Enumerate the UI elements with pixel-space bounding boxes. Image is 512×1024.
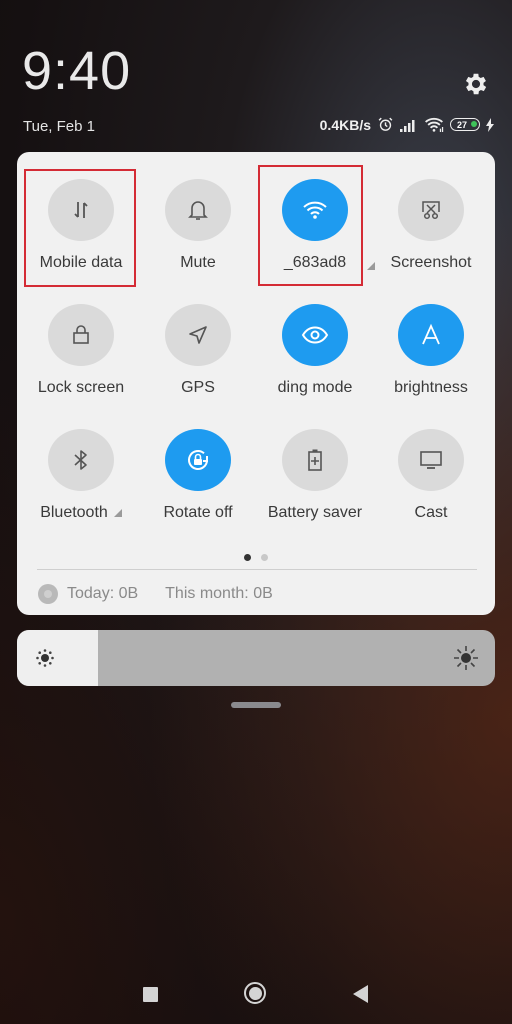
date: Tue, Feb 1 bbox=[23, 118, 95, 135]
panel-drag-handle[interactable] bbox=[231, 702, 281, 708]
tile-label: Lock screen bbox=[37, 379, 125, 396]
divider bbox=[37, 569, 477, 570]
tile-rotate[interactable]: Rotate off bbox=[143, 402, 253, 522]
brightness-fill bbox=[17, 630, 99, 686]
charging-icon bbox=[486, 117, 494, 132]
tile-mobile-data[interactable]: Mobile data bbox=[26, 152, 136, 272]
bluetooth-menu-indicator[interactable] bbox=[113, 509, 122, 517]
rotate-lock-icon bbox=[188, 450, 208, 470]
tile-label: ding mode bbox=[277, 379, 353, 396]
tile-mobile-data-button[interactable] bbox=[48, 179, 114, 241]
wifi-icon bbox=[425, 117, 444, 132]
network-speed: 0.4KB/s bbox=[319, 116, 371, 133]
battery-icon: 27 bbox=[450, 118, 480, 131]
page-dot-active[interactable] bbox=[244, 554, 251, 561]
clock: 9:40 bbox=[22, 41, 132, 101]
tile-battery-saver[interactable]: Battery saver bbox=[260, 402, 370, 522]
tile-mute-button[interactable] bbox=[165, 179, 231, 241]
tile-cast[interactable]: Cast bbox=[376, 402, 486, 522]
mobile-data-icon bbox=[74, 202, 88, 218]
tile-wifi-button[interactable] bbox=[282, 179, 348, 241]
page-dot[interactable] bbox=[261, 554, 268, 561]
bell-icon bbox=[188, 201, 208, 220]
data-usage[interactable]: Today: 0B This month: 0B bbox=[38, 584, 273, 604]
battery-saver-icon bbox=[308, 449, 322, 471]
data-usage-month: This month: 0B bbox=[165, 585, 273, 602]
tile-reading-mode[interactable]: ding mode bbox=[260, 277, 370, 397]
brightness-high-icon bbox=[454, 646, 478, 670]
tile-gps[interactable]: GPS bbox=[143, 277, 253, 397]
tile-label: GPS bbox=[181, 379, 215, 396]
tile-label: Bluetooth bbox=[40, 504, 108, 521]
tile-rotate-button[interactable] bbox=[165, 429, 231, 491]
tile-reading-mode-button[interactable] bbox=[282, 304, 348, 366]
tile-auto-brightness-button[interactable] bbox=[398, 304, 464, 366]
data-usage-today: Today: 0B bbox=[67, 585, 139, 602]
brightness-slider[interactable] bbox=[17, 630, 495, 686]
bluetooth-icon bbox=[74, 450, 87, 470]
status-bar: 0.4KB/s 27 bbox=[320, 116, 494, 133]
tile-battery-saver-button[interactable] bbox=[282, 429, 348, 491]
quick-settings-panel: Mobile data Mute _683ad8 Screenshot Lock… bbox=[17, 152, 495, 615]
tile-label: Screenshot bbox=[390, 254, 472, 271]
tile-label: Battery saver bbox=[267, 504, 363, 521]
tile-screenshot[interactable]: Screenshot bbox=[376, 152, 486, 272]
wifi-icon bbox=[303, 201, 327, 219]
cast-icon bbox=[420, 451, 442, 469]
location-arrow-icon bbox=[189, 326, 207, 344]
battery-charge-indicator bbox=[471, 121, 477, 127]
tile-label: _683ad8 bbox=[283, 254, 347, 271]
tile-mute[interactable]: Mute bbox=[143, 152, 253, 272]
tile-label: Cast bbox=[414, 504, 448, 521]
gear-icon[interactable] bbox=[462, 70, 490, 98]
tile-lock-screen-button[interactable] bbox=[48, 304, 114, 366]
page-indicator bbox=[17, 554, 495, 561]
tile-wifi[interactable]: _683ad8 bbox=[260, 152, 370, 272]
tile-label: Mute bbox=[180, 254, 216, 271]
lock-icon bbox=[73, 325, 89, 344]
tile-screenshot-button[interactable] bbox=[398, 179, 464, 241]
tile-label: Rotate off bbox=[163, 504, 233, 521]
signal-icon bbox=[400, 119, 415, 132]
home-button[interactable] bbox=[244, 982, 266, 1004]
battery-level: 27 bbox=[456, 119, 467, 130]
screenshot-icon bbox=[422, 201, 440, 220]
wifi-menu-indicator[interactable] bbox=[367, 262, 375, 270]
tile-gps-button[interactable] bbox=[165, 304, 231, 366]
tile-lock-screen[interactable]: Lock screen bbox=[26, 277, 136, 397]
brightness-low-icon bbox=[36, 649, 54, 667]
tile-label: brightness bbox=[394, 379, 468, 396]
back-button[interactable] bbox=[353, 985, 368, 1003]
tile-cast-button[interactable] bbox=[398, 429, 464, 491]
alarm-icon bbox=[378, 117, 393, 131]
tile-bluetooth-button[interactable] bbox=[48, 429, 114, 491]
navigation-bar bbox=[0, 982, 512, 1006]
tile-bluetooth[interactable]: Bluetooth bbox=[26, 402, 136, 522]
auto-brightness-icon bbox=[422, 323, 440, 345]
tile-label: Mobile data bbox=[39, 254, 123, 271]
data-usage-icon bbox=[38, 584, 58, 604]
eye-icon bbox=[301, 326, 329, 344]
recents-button[interactable] bbox=[143, 987, 158, 1002]
tile-auto-brightness[interactable]: brightness bbox=[376, 277, 486, 397]
